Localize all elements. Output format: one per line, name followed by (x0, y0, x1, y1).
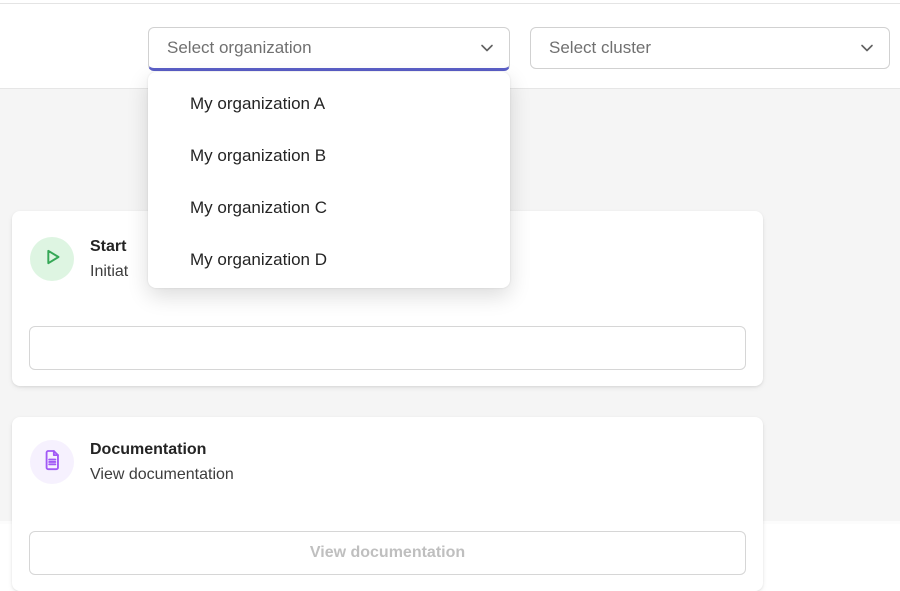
play-icon-circle (30, 237, 74, 281)
cluster-select[interactable]: Select cluster (530, 27, 890, 69)
menu-item-my-organization-b[interactable]: My organization B (148, 130, 510, 182)
organization-select-placeholder: Select organization (167, 38, 477, 58)
menu-item-my-organization-a[interactable]: My organization A (148, 78, 510, 130)
cluster-select-placeholder: Select cluster (549, 38, 857, 58)
documentation-card-subtitle: View documentation (90, 466, 234, 484)
menu-item-my-organization-d[interactable]: My organization D (148, 234, 510, 286)
chevron-down-icon (477, 38, 497, 58)
documentation-card: Documentation View documentation View do… (12, 417, 763, 591)
play-icon (39, 244, 65, 275)
start-card-title: Start (90, 238, 126, 256)
view-documentation-button[interactable]: View documentation (29, 531, 746, 575)
start-card-button[interactable] (29, 326, 746, 370)
organization-menu: My organization A My organization B My o… (148, 72, 510, 288)
document-icon-circle (30, 440, 74, 484)
menu-item-my-organization-c[interactable]: My organization C (148, 182, 510, 234)
chevron-down-icon (857, 38, 877, 58)
start-card-subtitle: Initiat (90, 263, 128, 281)
documentation-card-title: Documentation (90, 441, 206, 459)
top-hairline-divider (0, 3, 900, 4)
organization-select[interactable]: Select organization (148, 27, 510, 71)
document-icon (39, 447, 65, 478)
